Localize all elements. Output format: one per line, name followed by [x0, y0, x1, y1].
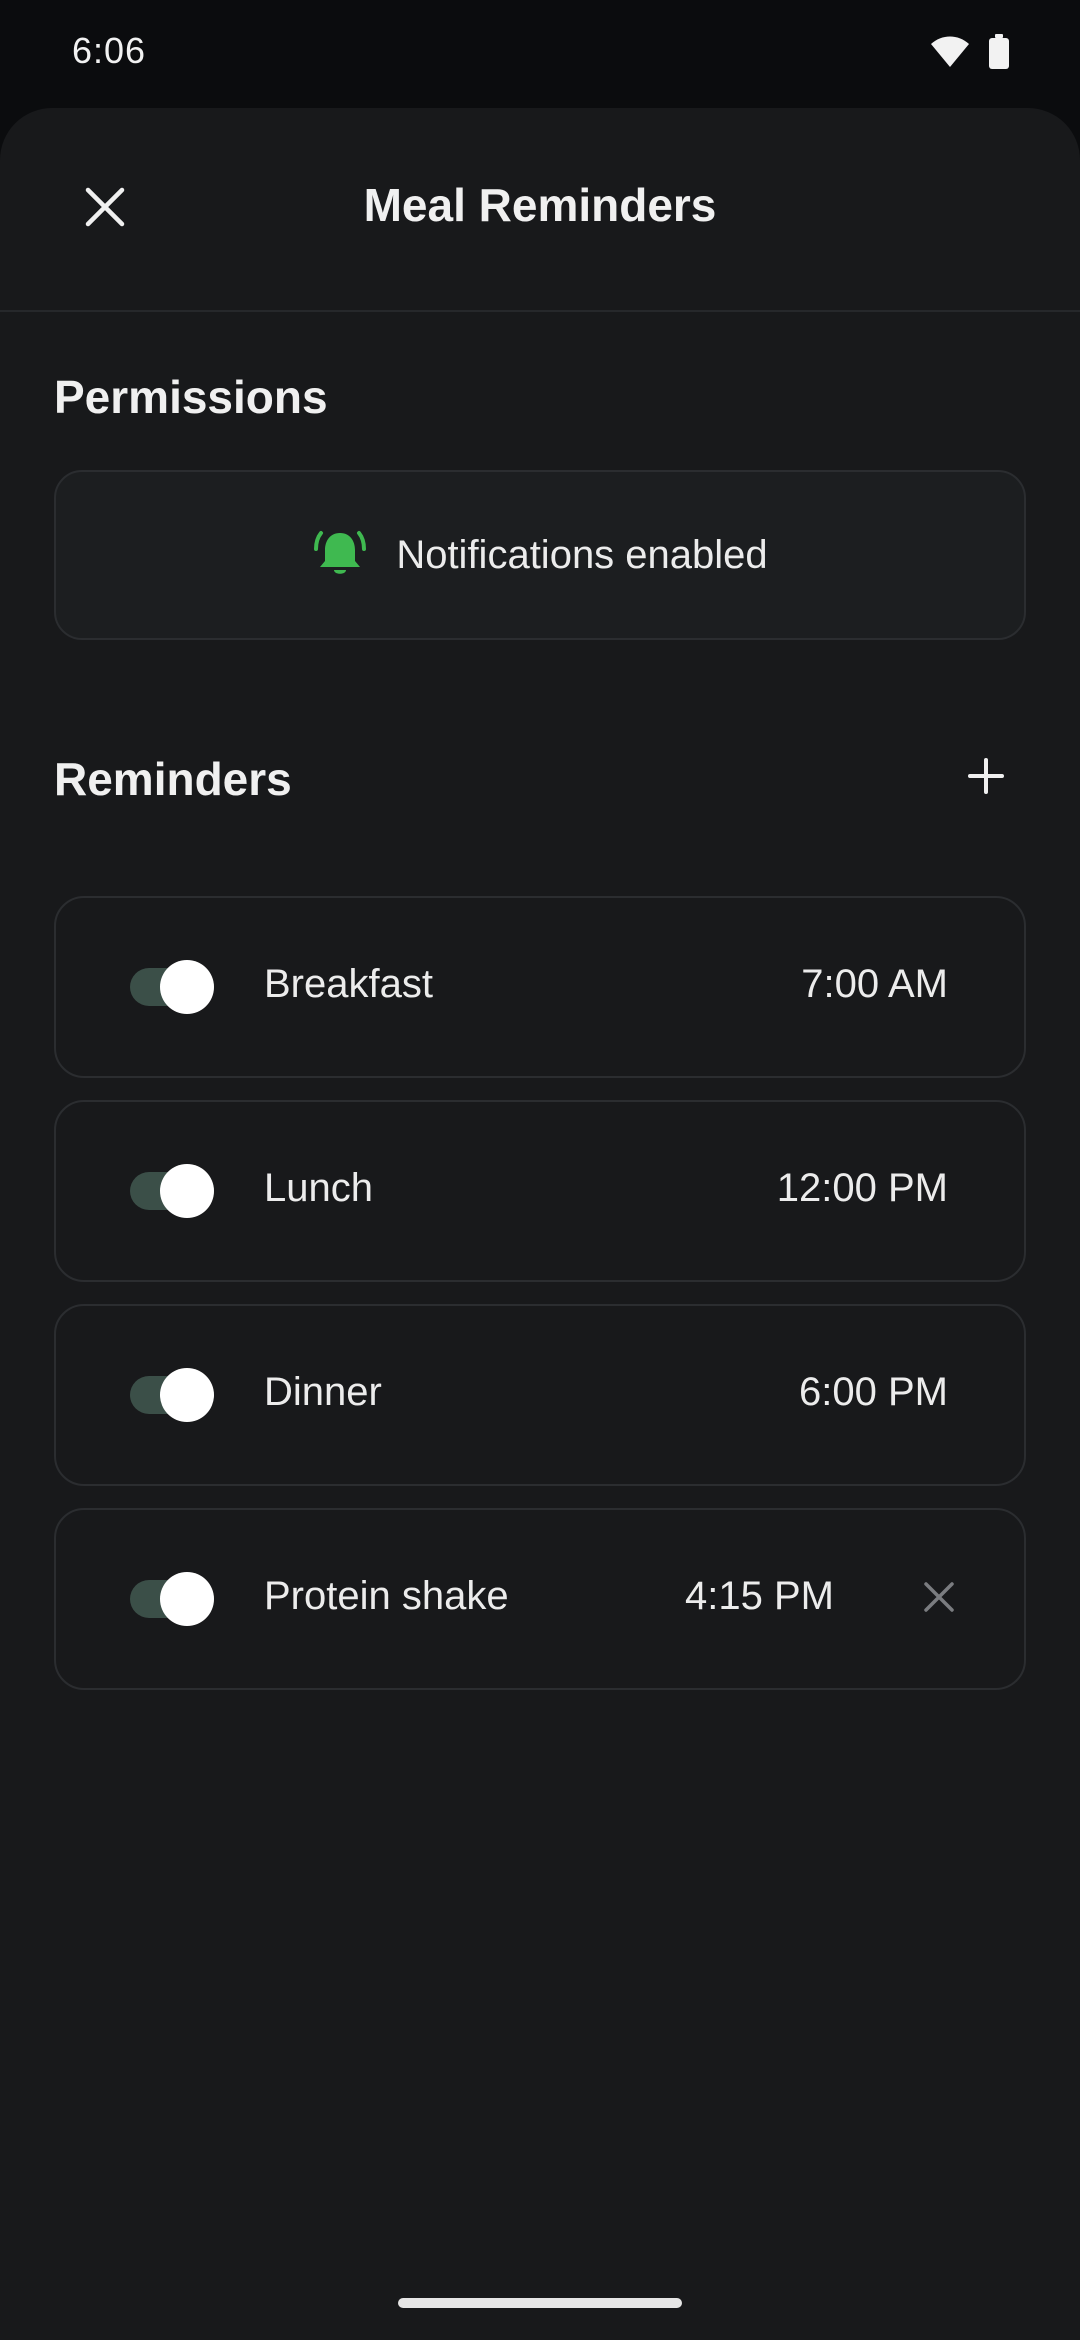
- reminder-label: Dinner: [264, 1370, 382, 1414]
- permissions-section-title: Permissions: [54, 371, 328, 423]
- reminder-toggle-lunch[interactable]: [130, 1164, 214, 1218]
- reminder-breakfast[interactable]: Breakfast 7:00 AM: [54, 896, 1026, 1078]
- meal-reminders-sheet: Meal Reminders Permissions Notifications…: [0, 108, 1080, 2340]
- notifications-status-card: Notifications enabled: [54, 470, 1026, 640]
- reminder-time[interactable]: 6:00 PM: [799, 1370, 948, 1415]
- reminder-toggle-breakfast[interactable]: [130, 960, 214, 1014]
- reminder-dinner[interactable]: Dinner 6:00 PM: [54, 1304, 1026, 1486]
- status-time: 6:06: [72, 30, 147, 71]
- reminder-time[interactable]: 7:00 AM: [801, 962, 948, 1007]
- reminder-time[interactable]: 12:00 PM: [777, 1166, 948, 1211]
- home-indicator[interactable]: [398, 2298, 682, 2308]
- reminder-lunch[interactable]: Lunch 12:00 PM: [54, 1100, 1026, 1282]
- bell-ringing-icon: [312, 525, 368, 586]
- reminder-label: Lunch: [264, 1166, 373, 1210]
- delete-reminder-button[interactable]: [914, 1574, 964, 1624]
- plus-icon: [968, 757, 1004, 799]
- reminder-toggle-protein-shake[interactable]: [130, 1572, 214, 1626]
- status-icons: [930, 33, 1010, 75]
- status-bar: 6:06: [0, 0, 1080, 108]
- reminder-label: Protein shake: [264, 1574, 509, 1618]
- toggle-thumb: [160, 1164, 214, 1218]
- header: Meal Reminders: [0, 108, 1080, 312]
- battery-icon: [988, 33, 1010, 75]
- reminder-label: Breakfast: [264, 962, 433, 1006]
- reminders-list: Breakfast 7:00 AM Lunch 12:00 PM Dinner …: [54, 896, 1026, 1712]
- toggle-thumb: [160, 1572, 214, 1626]
- notifications-status-text: Notifications enabled: [396, 532, 768, 577]
- reminders-section-title: Reminders: [54, 753, 292, 805]
- toggle-thumb: [160, 1368, 214, 1422]
- close-icon: [923, 1581, 955, 1618]
- reminder-toggle-dinner[interactable]: [130, 1368, 214, 1422]
- page-title: Meal Reminders: [363, 179, 717, 231]
- reminder-protein-shake[interactable]: Protein shake 4:15 PM: [54, 1508, 1026, 1690]
- toggle-thumb: [160, 960, 214, 1014]
- reminder-time[interactable]: 4:15 PM: [685, 1574, 834, 1619]
- add-reminder-button[interactable]: [954, 746, 1018, 810]
- wifi-icon: [930, 35, 970, 74]
